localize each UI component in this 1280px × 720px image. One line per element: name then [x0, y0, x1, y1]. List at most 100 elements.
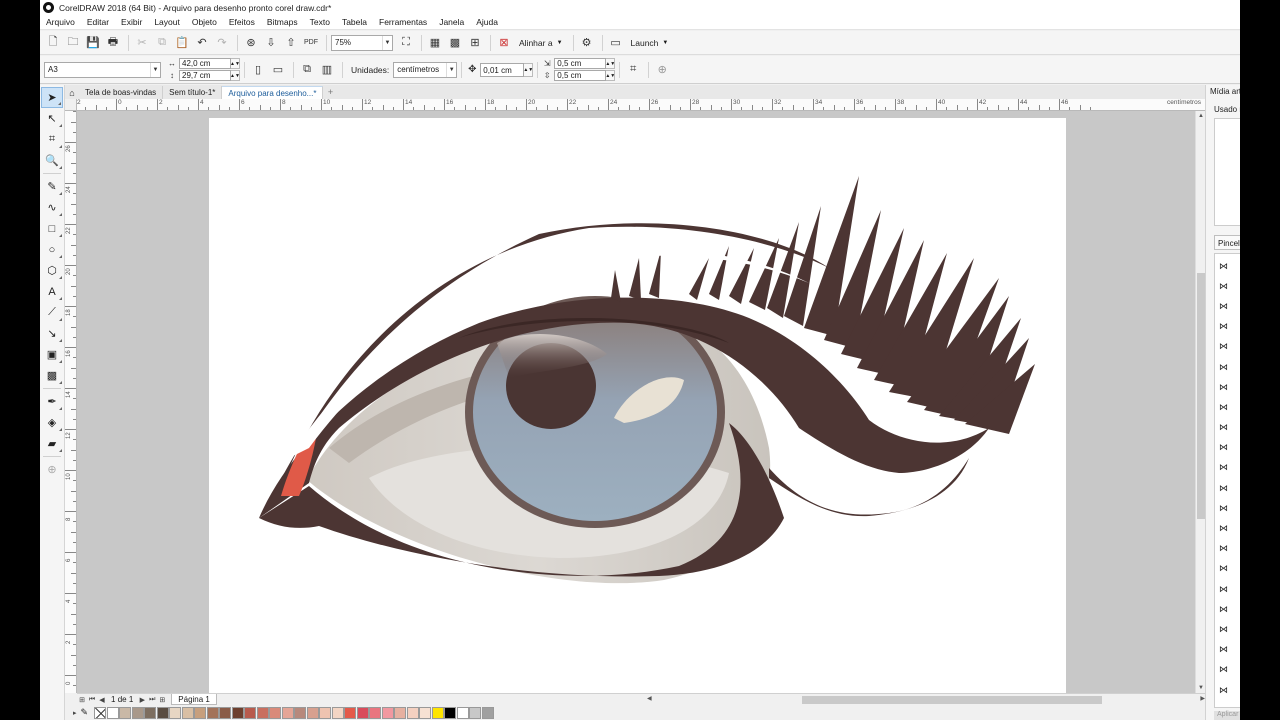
- publish-pdf-icon[interactable]: PDF: [302, 34, 320, 52]
- print-icon[interactable]: 🖶: [104, 34, 122, 52]
- new-document-icon[interactable]: 🗋: [44, 34, 62, 52]
- color-swatch[interactable]: [469, 706, 482, 719]
- color-swatch[interactable]: [119, 706, 132, 719]
- portrait-icon[interactable]: ▯: [249, 61, 267, 79]
- dup-x-spinner[interactable]: ▲▼: [605, 58, 616, 69]
- color-swatch[interactable]: [331, 706, 344, 719]
- next-page-icon[interactable]: ▶: [137, 696, 147, 704]
- color-swatch[interactable]: [369, 706, 382, 719]
- snap-off-icon[interactable]: ⊠: [495, 34, 513, 52]
- brush-stroke-item[interactable]: ⋈: [1215, 397, 1240, 417]
- no-color-swatch[interactable]: [94, 706, 107, 719]
- add-page-before-icon[interactable]: ⊞: [77, 696, 87, 704]
- freehand-tool-icon[interactable]: ✎: [41, 176, 63, 197]
- color-swatch[interactable]: [219, 706, 232, 719]
- tab-untitled[interactable]: Sem título-1*: [163, 86, 223, 99]
- menu-arquivo[interactable]: Arquivo: [46, 17, 75, 27]
- home-icon[interactable]: ⌂: [65, 86, 79, 99]
- drawing-workspace[interactable]: [77, 111, 1195, 693]
- options-gear-icon[interactable]: ⚙: [578, 34, 596, 52]
- brush-stroke-item[interactable]: ⋈: [1215, 377, 1240, 397]
- chevron-down-icon[interactable]: ▼: [557, 40, 563, 46]
- brush-stroke-item[interactable]: ⋈: [1215, 640, 1240, 660]
- pick-tool-icon[interactable]: ➤: [41, 87, 63, 108]
- color-swatch[interactable]: [231, 706, 244, 719]
- duplicate-x-field[interactable]: 0,5 cm: [554, 58, 607, 69]
- polygon-tool-icon[interactable]: ⬡: [41, 260, 63, 281]
- zoom-level-combo[interactable]: 75% ▼: [331, 34, 393, 51]
- brush-stroke-item[interactable]: ⋈: [1215, 518, 1240, 538]
- smart-fill-tool-icon[interactable]: ▰: [41, 433, 63, 454]
- parallel-dimension-tool-icon[interactable]: ⟋: [41, 302, 63, 323]
- menu-bitmaps[interactable]: Bitmaps: [267, 17, 298, 27]
- color-swatch[interactable]: [206, 706, 219, 719]
- menu-layout[interactable]: Layout: [154, 17, 180, 27]
- color-swatch[interactable]: [306, 706, 319, 719]
- apply-button[interactable]: Aplicar: [1214, 711, 1240, 720]
- paste-icon[interactable]: 📋: [173, 34, 191, 52]
- shape-tool-icon[interactable]: ↖: [41, 108, 63, 129]
- color-swatch[interactable]: [419, 706, 432, 719]
- brush-stroke-item[interactable]: ⋈: [1215, 337, 1240, 357]
- nudge-spinner[interactable]: ▲▼: [523, 62, 534, 77]
- vertical-scroll-thumb[interactable]: [1197, 273, 1205, 519]
- brush-stroke-item[interactable]: ⋈: [1215, 478, 1240, 498]
- brush-stroke-item[interactable]: ⋈: [1215, 276, 1240, 296]
- menu-ferramentas[interactable]: Ferramentas: [379, 17, 427, 27]
- crop-tool-icon[interactable]: ⌗: [41, 129, 63, 150]
- horizontal-scrollbar[interactable]: ◀ ▶: [647, 695, 1205, 705]
- align-to-label[interactable]: Alinhar a: [519, 38, 553, 48]
- connector-tool-icon[interactable]: ↘: [41, 323, 63, 344]
- pen-icon[interactable]: ✎: [81, 707, 89, 718]
- prev-page-icon[interactable]: ◀: [97, 696, 107, 704]
- page-width-field[interactable]: 42,0 cm: [179, 58, 231, 69]
- cut-icon[interactable]: ✂: [133, 34, 151, 52]
- menu-ajuda[interactable]: Ajuda: [476, 17, 498, 27]
- rectangle-tool-icon[interactable]: □: [41, 218, 63, 239]
- horizontal-ruler[interactable]: 2 0 2 4 6 8 10 12 14 16 18 20 22 24 26 28 30 32 34 36 38 40 42…: [77, 99, 1205, 111]
- color-swatch[interactable]: [156, 706, 169, 719]
- save-icon[interactable]: 💾: [84, 34, 102, 52]
- vertical-ruler[interactable]: 2826242220181614121086420: [65, 111, 77, 693]
- add-tool-icon[interactable]: ⊕: [41, 459, 63, 480]
- bleed-icon[interactable]: ⌗: [624, 61, 642, 79]
- color-swatch[interactable]: [106, 706, 119, 719]
- launch-label[interactable]: Launch: [631, 38, 659, 48]
- brush-stroke-item[interactable]: ⋈: [1215, 680, 1240, 700]
- palette-options-icon[interactable]: ▸: [73, 709, 77, 717]
- color-swatch[interactable]: [356, 706, 369, 719]
- color-swatch[interactable]: [344, 706, 357, 719]
- all-pages-icon[interactable]: ⧉: [298, 61, 316, 79]
- full-screen-icon[interactable]: ⛶: [397, 34, 415, 52]
- color-swatch[interactable]: [194, 706, 207, 719]
- brush-stroke-item[interactable]: ⋈: [1215, 256, 1240, 276]
- brush-stroke-item[interactable]: ⋈: [1215, 438, 1240, 458]
- page-size-combo[interactable]: A3 ▼: [44, 61, 161, 78]
- color-swatch[interactable]: [319, 706, 332, 719]
- color-swatch[interactable]: [431, 706, 444, 719]
- current-page-icon[interactable]: ▥: [318, 61, 336, 79]
- launch-app-icon[interactable]: ▭: [607, 34, 625, 52]
- menu-exibir[interactable]: Exibir: [121, 17, 142, 27]
- eye-illustration[interactable]: [209, 118, 1066, 693]
- width-spinner[interactable]: ▲▼: [230, 58, 240, 69]
- brush-stroke-list[interactable]: ⋈ ⋈ ⋈ ⋈ ⋈ ⋈ ⋈ ⋈ ⋈ ⋈ ⋈ ⋈ ⋈ ⋈ ⋈ ⋈ ⋈ ⋈ ⋈ ⋈ ⋈ ⋈: [1214, 253, 1240, 708]
- color-swatch[interactable]: [381, 706, 394, 719]
- color-swatch[interactable]: [256, 706, 269, 719]
- chevron-down-icon[interactable]: ▼: [662, 40, 668, 46]
- scroll-left-icon[interactable]: ◀: [647, 695, 652, 702]
- redo-icon[interactable]: ↷: [213, 34, 231, 52]
- undo-icon[interactable]: ↶: [193, 34, 211, 52]
- menu-objeto[interactable]: Objeto: [192, 17, 217, 27]
- color-swatch[interactable]: [481, 706, 494, 719]
- color-swatch[interactable]: [281, 706, 294, 719]
- color-swatch[interactable]: [169, 706, 182, 719]
- brush-stroke-item[interactable]: ⋈: [1215, 579, 1240, 599]
- brush-stroke-item[interactable]: ⋈: [1215, 498, 1240, 518]
- brush-stroke-item[interactable]: ⋈: [1215, 539, 1240, 559]
- menu-texto[interactable]: Texto: [310, 17, 330, 27]
- color-swatch[interactable]: [394, 706, 407, 719]
- show-grid-icon[interactable]: ▩: [446, 34, 464, 52]
- color-swatch[interactable]: [444, 706, 457, 719]
- new-tab-icon[interactable]: +: [323, 86, 337, 99]
